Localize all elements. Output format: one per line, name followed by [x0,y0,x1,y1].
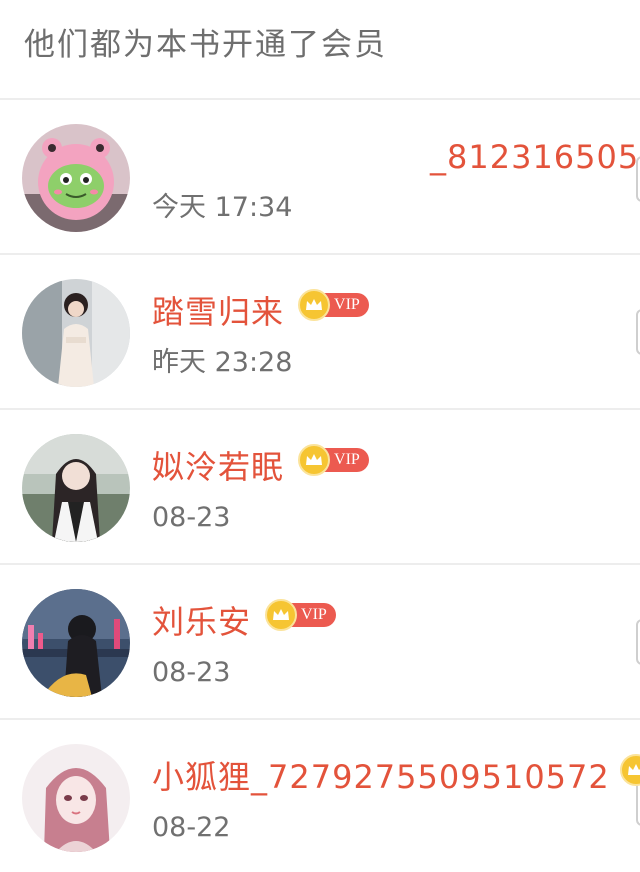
section-header: 他们都为本书开通了会员 [0,0,640,100]
crown-icon [265,599,298,631]
join-time: 08-23 [152,657,231,688]
side-handle [636,309,640,355]
side-handle [636,780,640,826]
member-list-page: 他们都为本书开通了会员 _812316505 今天 17:34 踏雪归来 VIP… [0,0,640,872]
member-row[interactable]: 小狐狸_7279275509510572 V 08-22 [0,720,640,872]
member-name-line: 小狐狸_7279275509510572 V [152,754,640,797]
member-row[interactable]: 刘乐安 VIP 08-23 [0,565,640,720]
join-time: 08-22 [152,812,231,843]
member-name[interactable]: 小狐狸_7279275509510572 [152,761,610,793]
side-handle [636,156,640,202]
member-row[interactable]: 姒泠若眠 VIP 08-23 [0,410,640,565]
join-time: 昨天 23:28 [152,347,293,378]
member-name[interactable]: 刘乐安 [152,606,251,638]
avatar[interactable] [22,744,130,852]
member-name[interactable]: 踏雪归来 [152,296,284,328]
avatar[interactable] [22,124,130,232]
side-handle [636,619,640,665]
crown-icon [298,444,331,476]
section-title: 他们都为本书开通了会员 [24,26,387,63]
member-row[interactable]: 踏雪归来 VIP 昨天 23:28 [0,255,640,410]
vip-badge: VIP [298,444,369,476]
vip-badge: VIP [265,599,336,631]
avatar[interactable] [22,434,130,542]
member-name[interactable]: 姒泠若眠 [152,451,284,483]
member-name-line: 刘乐安 VIP [152,599,336,642]
member-name[interactable]: _812316505 [430,141,639,173]
member-name-line: 姒泠若眠 VIP [152,444,369,487]
join-time: 今天 17:34 [152,192,293,223]
member-row[interactable]: _812316505 今天 17:34 [0,100,640,255]
avatar[interactable] [22,589,130,697]
crown-icon [298,289,331,321]
vip-badge: VIP [298,289,369,321]
member-name-line: 踏雪归来 VIP [152,289,369,332]
avatar[interactable] [22,279,130,387]
crown-icon [619,754,640,786]
member-name-line: _812316505 [430,137,640,177]
member-list: _812316505 今天 17:34 踏雪归来 VIP 昨天 23:28 姒泠… [0,100,640,872]
vip-badge: V [619,754,640,786]
join-time: 08-23 [152,502,231,533]
